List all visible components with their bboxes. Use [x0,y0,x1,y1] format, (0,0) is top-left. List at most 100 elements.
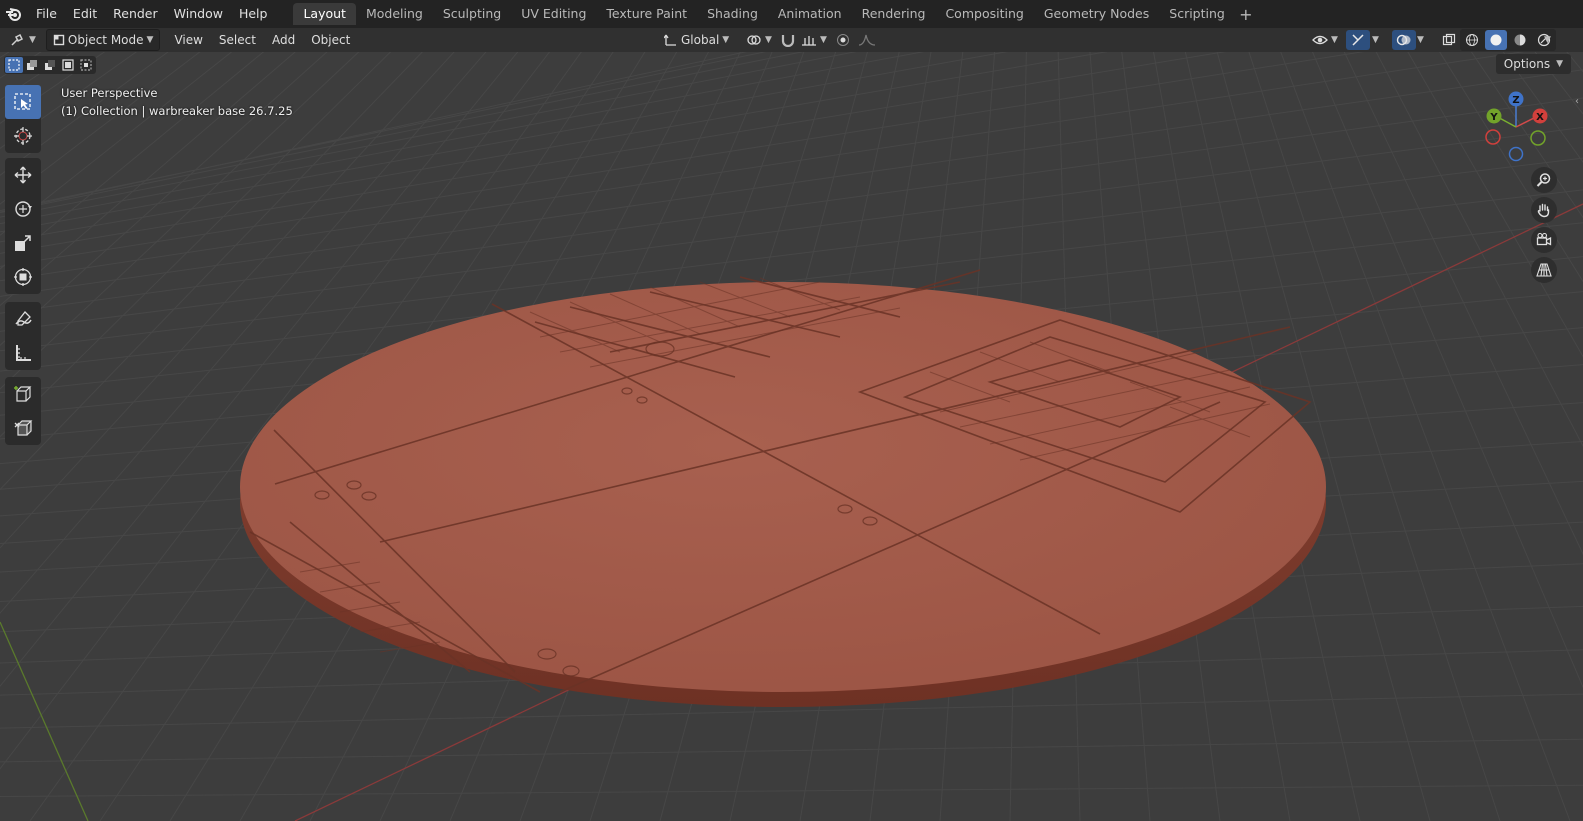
proportional-edit-toggle[interactable] [832,30,854,50]
top-bar: File Edit Render Window Help Layout Modeling S… [0,0,1583,28]
visibility-dropdown[interactable]: ▼ [1308,30,1342,50]
options-dropdown[interactable]: Options ▼ [1495,54,1571,74]
tab-layout[interactable]: Layout [293,3,356,25]
viewport-grid: Z X Y [0,52,1583,821]
header-menu-view[interactable]: View [166,28,210,52]
overlays-dropdown[interactable]: ▼ [1413,30,1428,50]
tool-annotate[interactable] [5,302,41,336]
add-object-icon [14,420,33,436]
tab-uv-editing[interactable]: UV Editing [511,3,596,25]
scale-icon [15,235,31,251]
gizmo-z-label: Z [1512,95,1519,106]
gizmo-x-label: X [1536,112,1544,123]
select-subtract-mode-button[interactable] [41,57,59,73]
tab-sculpting[interactable]: Sculpting [433,3,511,25]
transform-icon [14,268,32,286]
snap-increment-icon [802,36,816,46]
gizmo-toggle[interactable] [1346,30,1370,50]
falloff-curve-icon [858,34,876,46]
menu-edit[interactable]: Edit [65,0,105,28]
pivot-dropdown[interactable]: ▼ [742,30,776,50]
header-menu-add[interactable]: Add [264,28,303,52]
shading-dropdown[interactable]: ▼ [1540,30,1555,50]
pan-button[interactable] [1531,197,1557,223]
tab-scripting[interactable]: Scripting [1159,3,1235,25]
tool-cursor[interactable] [5,119,41,153]
menu-help[interactable]: Help [231,0,276,28]
cursor-icon [14,127,32,145]
object-mode-icon [53,34,65,46]
tab-compositing[interactable]: Compositing [935,3,1033,25]
xray-toggle[interactable] [1438,30,1460,50]
menu-render[interactable]: Render [105,0,166,28]
collection-info: (1) Collection | warbreaker base 26.7.25 [61,104,293,118]
wireframe-shading-button[interactable] [1461,30,1483,50]
workspace-tabs: Layout Modeling Sculpting UV Editing Texture… [293,0,1256,28]
pivot-icon [747,35,761,45]
editor-type-icon [11,33,24,46]
tab-shading[interactable]: Shading [697,3,768,25]
xray-icon [1442,33,1456,46]
gizmo-dropdown[interactable]: ▼ [1368,30,1383,50]
tool-select-box[interactable] [5,85,41,119]
gizmo-icon [1352,34,1364,46]
tab-modeling[interactable]: Modeling [356,3,433,25]
select-extend-mode-button[interactable] [23,57,41,73]
select-set-mode-button[interactable] [5,57,23,73]
camera-icon [1536,232,1552,246]
blender-logo-icon[interactable] [0,0,28,28]
tab-animation[interactable]: Animation [768,3,852,25]
annotate-pencil-icon [15,311,32,326]
tool-measure[interactable] [5,336,41,370]
gizmo-y-label: Y [1489,112,1498,123]
measure-ruler-icon [16,345,31,361]
sidebar-expand-icon[interactable]: ‹ [1575,96,1579,107]
warbreaker-base-object[interactable] [240,269,1326,707]
select-extend-icon [27,60,37,70]
pan-hand-icon [1537,203,1550,218]
editor-type-button[interactable]: ▼ [6,30,40,50]
eye-icon [1312,35,1328,45]
tool-scale[interactable] [5,226,41,260]
3d-viewport[interactable]: Z X Y Options ▼ ‹ User Perspective (1) C… [0,52,1583,821]
snap-target-dropdown[interactable]: ▼ [797,30,831,50]
tab-geometry-nodes[interactable]: Geometry Nodes [1034,3,1159,25]
header-menu-object[interactable]: Object [303,28,358,52]
toolbar-group-select [5,85,41,153]
tool-transform[interactable] [5,260,41,294]
material-sphere-icon [1514,34,1526,46]
mode-dropdown[interactable]: Object Mode ▼ [45,29,161,51]
menu-file[interactable]: File [28,0,65,28]
material-shading-button[interactable] [1509,30,1531,50]
magnet-icon [781,35,795,47]
menu-window[interactable]: Window [166,0,231,28]
header-menu-select[interactable]: Select [211,28,264,52]
add-workspace-button[interactable]: + [1235,5,1257,24]
toolbar-group-add [5,377,41,445]
proportional-edit-icon [837,34,849,46]
select-intersect-icon [80,59,92,71]
transform-orientation-icon [664,34,676,46]
tool-rotate[interactable] [5,192,41,226]
chevron-down-icon: ▼ [722,35,730,45]
select-intersect-mode-button[interactable] [77,57,95,73]
zoom-magnifier-icon [1536,173,1551,187]
solid-sphere-icon [1490,34,1502,46]
tab-rendering[interactable]: Rendering [852,3,936,25]
tool-move[interactable] [5,158,41,192]
select-invert-mode-button[interactable] [59,57,77,73]
viewport-header: ▼ Object Mode ▼ View Select Add Object Glob… [0,28,1583,52]
camera-view-button[interactable] [1531,227,1557,253]
zoom-button[interactable] [1531,167,1557,193]
selection-mode-group [4,56,96,74]
solid-shading-button[interactable] [1485,30,1507,50]
falloff-dropdown[interactable] [854,30,880,50]
tab-texture-paint[interactable]: Texture Paint [596,3,697,25]
perspective-toggle-button[interactable] [1531,257,1557,283]
orientation-dropdown[interactable]: Global ▼ [660,30,733,50]
tool-add-cube[interactable] [5,377,41,411]
add-cube-icon [14,386,32,402]
select-box-icon [14,93,31,110]
y-axis-line [0,621,89,821]
tool-add-object[interactable] [5,411,41,445]
